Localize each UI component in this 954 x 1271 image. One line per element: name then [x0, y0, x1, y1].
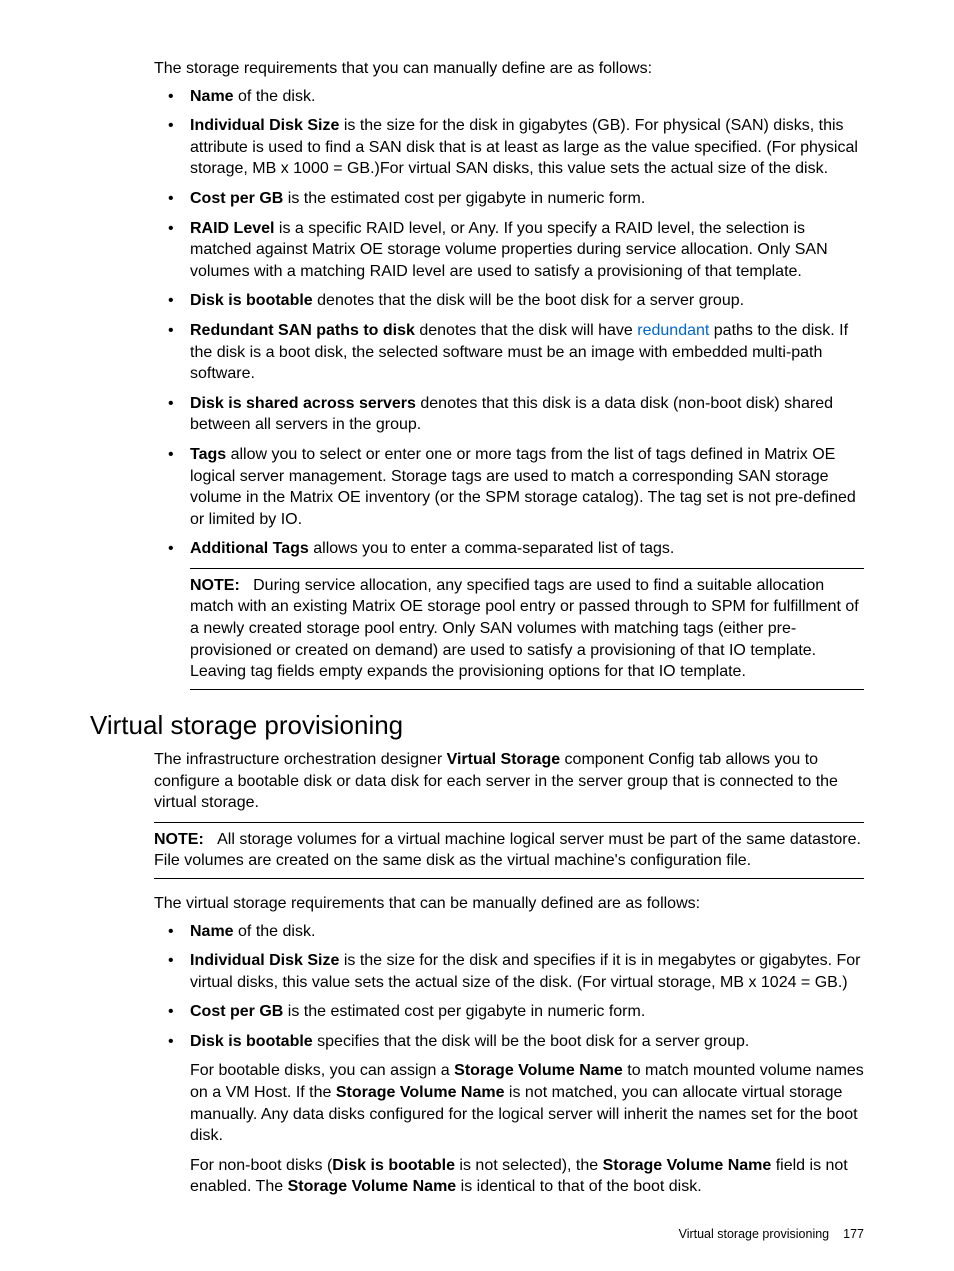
term: Disk is bootable [190, 1033, 313, 1050]
list-item: Name of the disk. [154, 921, 864, 943]
intro-text: The storage requirements that you can ma… [154, 58, 864, 80]
item-text: of the disk. [234, 923, 316, 940]
requirements-list-2: Name of the disk. Individual Disk Size i… [154, 921, 864, 1199]
page-number: 177 [843, 1227, 864, 1241]
term: Storage Volume Name [454, 1062, 623, 1079]
item-text: allows you to enter a comma-separated li… [309, 540, 675, 557]
term: Additional Tags [190, 540, 309, 557]
term: Disk is shared across servers [190, 395, 416, 412]
list-item: Disk is bootable denotes that the disk w… [154, 290, 864, 312]
text: For non-boot disks ( [190, 1157, 332, 1174]
text: is identical to that of the boot disk. [456, 1178, 701, 1195]
term: Storage Volume Name [603, 1157, 772, 1174]
list-item: Redundant SAN paths to disk denotes that… [154, 320, 864, 385]
term: Storage Volume Name [288, 1178, 457, 1195]
note-body: During service allocation, any specified… [190, 577, 859, 680]
list-item: Additional Tags allows you to enter a co… [154, 538, 864, 690]
list-item: Disk is shared across servers denotes th… [154, 393, 864, 436]
sub-paragraph: For bootable disks, you can assign a Sto… [190, 1060, 864, 1146]
term: Cost per GB [190, 190, 283, 207]
term: Name [190, 88, 234, 105]
footer-text: Virtual storage provisioning [679, 1227, 830, 1241]
section-content: The infrastructure orchestration designe… [154, 749, 864, 1198]
item-text: denotes that the disk will be the boot d… [313, 292, 744, 309]
term: Disk is bootable [332, 1157, 455, 1174]
list-item: Individual Disk Size is the size for the… [154, 115, 864, 180]
list-item: RAID Level is a specific RAID level, or … [154, 218, 864, 283]
list-item: Cost per GB is the estimated cost per gi… [154, 188, 864, 210]
section-heading: Virtual storage provisioning [90, 708, 864, 743]
term: Virtual Storage [447, 751, 561, 768]
text: The infrastructure orchestration designe… [154, 751, 447, 768]
term: Redundant SAN paths to disk [190, 322, 415, 339]
list-item: Disk is bootable specifies that the disk… [154, 1031, 864, 1198]
list-item: Cost per GB is the estimated cost per gi… [154, 1001, 864, 1023]
note-label: NOTE: [190, 577, 240, 594]
list-item: Individual Disk Size is the size for the… [154, 950, 864, 993]
term: RAID Level [190, 220, 274, 237]
list-item: Name of the disk. [154, 86, 864, 108]
item-text: denotes that the disk will have [415, 322, 637, 339]
term: Cost per GB [190, 1003, 283, 1020]
page-footer: Virtual storage provisioning 177 [679, 1226, 864, 1243]
intro-text: The virtual storage requirements that ca… [154, 893, 864, 915]
requirements-list-1: Name of the disk. Individual Disk Size i… [154, 86, 864, 690]
term: Individual Disk Size [190, 952, 339, 969]
section-intro: The infrastructure orchestration designe… [154, 749, 864, 814]
note-body: All storage volumes for a virtual machin… [154, 831, 861, 870]
text: For bootable disks, you can assign a [190, 1062, 454, 1079]
note-label: NOTE: [154, 831, 204, 848]
text: is not selected), the [455, 1157, 603, 1174]
item-text: is the estimated cost per gigabyte in nu… [283, 190, 645, 207]
redundant-link[interactable]: redundant [637, 322, 709, 339]
term: Disk is bootable [190, 292, 313, 309]
item-text: allow you to select or enter one or more… [190, 446, 856, 528]
note-block: NOTE: During service allocation, any spe… [190, 568, 864, 690]
item-text: is the estimated cost per gigabyte in nu… [283, 1003, 645, 1020]
item-text: of the disk. [234, 88, 316, 105]
item-text: is a specific RAID level, or Any. If you… [190, 220, 828, 280]
item-text: specifies that the disk will be the boot… [313, 1033, 750, 1050]
term: Name [190, 923, 234, 940]
term: Tags [190, 446, 226, 463]
list-item: Tags allow you to select or enter one or… [154, 444, 864, 530]
note-block: NOTE: All storage volumes for a virtual … [154, 822, 864, 879]
body-content: The storage requirements that you can ma… [154, 58, 864, 690]
term: Individual Disk Size [190, 117, 339, 134]
sub-paragraph: For non-boot disks (Disk is bootable is … [190, 1155, 864, 1198]
term: Storage Volume Name [336, 1084, 505, 1101]
